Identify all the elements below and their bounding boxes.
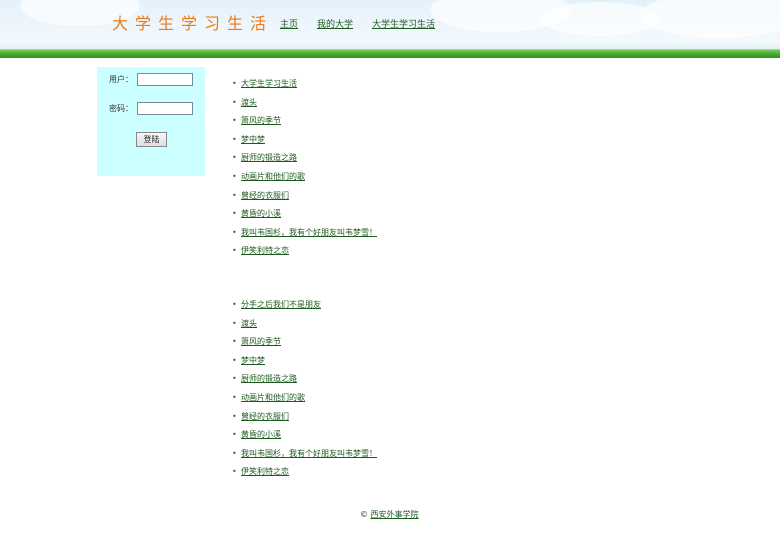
nav-link-my-university[interactable]: 我的大学 [317, 19, 353, 31]
list-item: • 黄昏的小溪 [232, 209, 377, 228]
article-link[interactable]: 分手之后我们不是朋友 [241, 300, 321, 309]
bullet-icon: • [232, 209, 237, 219]
password-label: 密码： [109, 104, 133, 113]
bullet-icon: • [232, 448, 237, 458]
list-item: • 我叫韦国杉，我有个好朋友叫韦梦雪！ [232, 449, 377, 468]
site-title: 大学生学习生活 [112, 14, 274, 33]
bullet-icon: • [232, 355, 237, 365]
list-item: • 渡头 [232, 319, 377, 338]
article-link[interactable]: 伊笑利特之恋 [241, 467, 289, 476]
bullet-icon: • [232, 134, 237, 144]
bullet-icon: • [232, 79, 237, 88]
bullet-icon: • [232, 97, 237, 107]
article-link[interactable]: 厨师的锻造之路 [241, 153, 297, 162]
bullet-icon: • [232, 467, 237, 477]
list-item: • 箫风的季节 [232, 116, 377, 135]
copyright-icon: © [360, 510, 368, 519]
article-link[interactable]: 黄昏的小溪 [241, 209, 281, 218]
article-link[interactable]: 曾经的衣服们 [241, 412, 289, 421]
list-item: • 分手之后我们不是朋友 [232, 300, 377, 319]
article-link[interactable]: 箫风的季节 [241, 116, 281, 125]
login-panel: 用户： 密码： 登陆 [97, 67, 205, 176]
footer: © 西安外事学院 [360, 510, 419, 520]
list-item: • 我叫韦国杉，我有个好朋友叫韦梦雪！ [232, 228, 377, 247]
list-item: • 曾经的衣服们 [232, 412, 377, 431]
article-link[interactable]: 梦中梦 [241, 135, 265, 144]
footer-link-school[interactable]: 西安外事学院 [371, 510, 419, 519]
list-item: • 厨师的锻造之路 [232, 153, 377, 172]
article-list-primary: • 大学生学习生活 • 渡头 • 箫风的季节 • 梦中梦 • 厨师的锻造之路 • 动画片和他… [232, 79, 377, 265]
article-link[interactable]: 梦中梦 [241, 356, 265, 365]
page: 大学生学习生活 主页 我的大学 大学生学习生活 用户： 密码： 登陆 • 大学生学… [0, 0, 780, 539]
article-link[interactable]: 渡头 [241, 98, 257, 107]
bullet-icon: • [232, 318, 237, 328]
bullet-icon: • [232, 411, 237, 421]
list-item: • 厨师的锻造之路 [232, 374, 377, 393]
login-button[interactable]: 登陆 [136, 132, 167, 147]
article-link[interactable]: 动画片和他们的歌 [241, 393, 305, 402]
user-input[interactable] [137, 73, 193, 86]
list-item: • 梦中梦 [232, 135, 377, 154]
list-item: • 动画片和他们的歌 [232, 172, 377, 191]
bullet-icon: • [232, 227, 237, 237]
bullet-icon: • [232, 337, 237, 347]
bullet-icon: • [232, 153, 237, 163]
article-link[interactable]: 箫风的季节 [241, 337, 281, 346]
article-link[interactable]: 渡头 [241, 319, 257, 328]
user-label: 用户： [109, 75, 133, 84]
nav-link-student-life[interactable]: 大学生学习生活 [372, 19, 435, 31]
top-nav: 主页 我的大学 大学生学习生活 [280, 19, 435, 31]
list-item: • 动画片和他们的歌 [232, 393, 377, 412]
article-link[interactable]: 曾经的衣服们 [241, 191, 289, 200]
list-item: • 箫风的季节 [232, 337, 377, 356]
article-list-secondary: • 分手之后我们不是朋友 • 渡头 • 箫风的季节 • 梦中梦 • 厨师的锻造之路 • 动画… [232, 300, 377, 486]
cloud-decoration [640, 0, 780, 38]
bullet-icon: • [232, 392, 237, 402]
article-link[interactable]: 厨师的锻造之路 [241, 374, 297, 383]
article-link[interactable]: 动画片和他们的歌 [241, 172, 305, 181]
bullet-icon: • [232, 190, 237, 200]
list-item: • 伊笑利特之恋 [232, 467, 377, 486]
login-user-row: 用户： [109, 73, 193, 86]
list-item: • 伊笑利特之恋 [232, 246, 377, 265]
header-banner: 大学生学习生活 主页 我的大学 大学生学习生活 [0, 0, 780, 58]
bullet-icon: • [232, 246, 237, 256]
bullet-icon: • [232, 300, 237, 309]
password-input[interactable] [137, 102, 193, 115]
list-item: • 黄昏的小溪 [232, 430, 377, 449]
bullet-icon: • [232, 171, 237, 181]
list-item: • 大学生学习生活 [232, 79, 377, 98]
article-link[interactable]: 伊笑利特之恋 [241, 246, 289, 255]
article-link[interactable]: 大学生学习生活 [241, 79, 297, 88]
article-link[interactable]: 我叫韦国杉，我有个好朋友叫韦梦雪！ [241, 228, 377, 237]
article-link[interactable]: 黄昏的小溪 [241, 430, 281, 439]
bullet-icon: • [232, 374, 237, 384]
list-item: • 渡头 [232, 98, 377, 117]
bullet-icon: • [232, 116, 237, 126]
login-password-row: 密码： [109, 102, 193, 115]
article-link[interactable]: 我叫韦国杉，我有个好朋友叫韦梦雪！ [241, 449, 377, 458]
list-item: • 梦中梦 [232, 356, 377, 375]
bullet-icon: • [232, 430, 237, 440]
nav-link-home[interactable]: 主页 [280, 19, 298, 31]
list-item: • 曾经的衣服们 [232, 191, 377, 210]
